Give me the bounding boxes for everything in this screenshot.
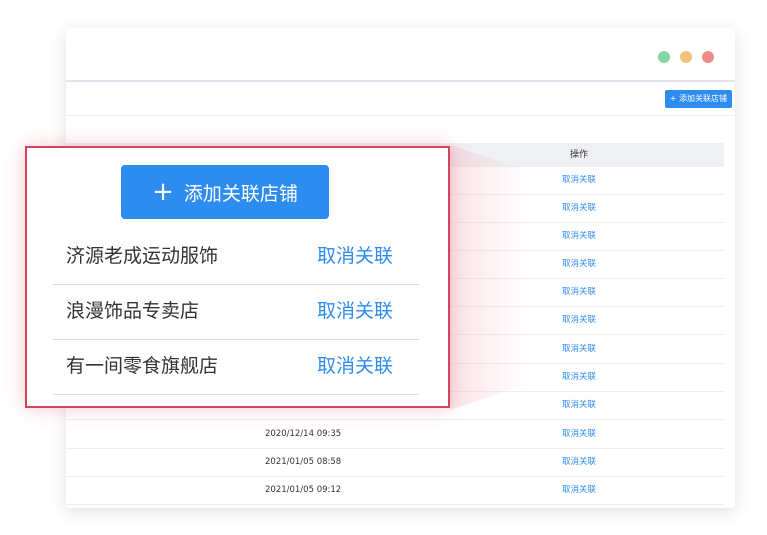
row-date: 2020/12/14 09:35: [265, 429, 342, 439]
cancel-link[interactable]: 取消关联: [554, 392, 604, 419]
toolbar: + 添加关联店铺: [66, 82, 735, 116]
add-store-button-large[interactable]: + 添加关联店铺: [121, 165, 329, 219]
table-row: 2021/01/05 09:12 取消关联: [66, 477, 724, 505]
cancel-link[interactable]: 取消关联: [554, 449, 604, 476]
cancel-association-link[interactable]: 取消关联: [317, 339, 393, 394]
cancel-link[interactable]: 取消关联: [554, 167, 604, 194]
row-date: 2021/01/05 08:58: [265, 457, 342, 467]
operation-column-header: 操作: [569, 150, 588, 160]
table-row: 2021/01/05 08:58 取消关联: [66, 449, 724, 477]
cancel-link[interactable]: 取消关联: [554, 279, 604, 306]
cancel-link[interactable]: 取消关联: [554, 195, 604, 222]
add-store-button[interactable]: + 添加关联店铺: [664, 90, 732, 108]
cancel-link[interactable]: 取消关联: [554, 307, 604, 334]
store-row: 浪漫饰品专卖店 取消关联: [53, 284, 419, 340]
store-name: 有一间零食旗舰店: [66, 355, 219, 377]
cancel-link[interactable]: 取消关联: [554, 421, 604, 448]
cancel-association-link[interactable]: 取消关联: [317, 229, 393, 284]
store-row: 有一间零食旗舰店 取消关联: [53, 339, 419, 395]
zoom-callout-connector: [450, 145, 530, 410]
window-dot-green[interactable]: [658, 51, 670, 63]
title-bar: [66, 28, 735, 82]
cancel-link[interactable]: 取消关联: [554, 336, 604, 363]
table-row: 2020/12/14 09:35 取消关联: [66, 421, 724, 449]
zoomed-store-panel: + 添加关联店铺 济源老成运动服饰 取消关联 浪漫饰品专卖店 取消关联 有一间零…: [25, 146, 450, 408]
cancel-link[interactable]: 取消关联: [554, 477, 604, 504]
window-dot-red[interactable]: [702, 51, 714, 63]
store-name: 济源老成运动服饰: [66, 245, 219, 267]
store-row: 济源老成运动服饰 取消关联: [53, 229, 419, 285]
cancel-link[interactable]: 取消关联: [554, 223, 604, 250]
store-name: 浪漫饰品专卖店: [66, 300, 200, 322]
cancel-link[interactable]: 取消关联: [554, 364, 604, 391]
cancel-association-link[interactable]: 取消关联: [317, 284, 393, 339]
add-store-label: 添加关联店铺: [183, 182, 298, 205]
row-date: 2021/01/05 09:12: [265, 485, 342, 495]
cancel-link[interactable]: 取消关联: [554, 251, 604, 278]
plus-icon: +: [152, 177, 174, 207]
window-dot-yellow[interactable]: [680, 51, 692, 63]
